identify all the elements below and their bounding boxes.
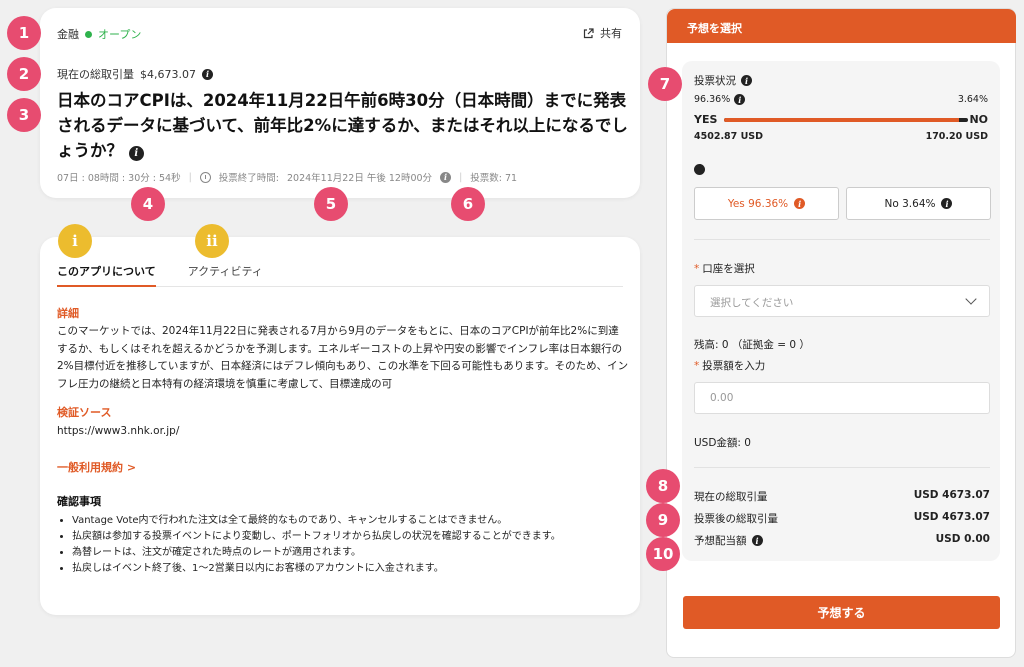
- list-item: Vantage Vote内で行われた注文は全て最終的なものであり、キャンセルする…: [72, 513, 622, 528]
- after-volume-value: USD 4673.07: [913, 511, 990, 523]
- amount-input[interactable]: [694, 382, 990, 414]
- no-percent: 3.64%: [957, 94, 988, 105]
- prediction-panel: 予想を選択 投票状況 i 96.36% i 3.64% YES NO 4502.…: [666, 8, 1016, 658]
- tab-about[interactable]: このアプリについて: [57, 255, 156, 287]
- callout-marker-10: 10: [646, 537, 680, 571]
- title-info-icon[interactable]: i: [128, 146, 144, 161]
- list-item: 為替レートは、注文が確定された時点のレートが適用されます。: [72, 545, 622, 560]
- open-status-dot-icon: [85, 30, 92, 38]
- source-url-link[interactable]: https://www3.nhk.or.jp/: [57, 423, 629, 441]
- yes-percent: 96.36%: [694, 94, 731, 105]
- end-time-info-icon[interactable]: i: [440, 171, 452, 183]
- vote-count: 投票数: 71: [470, 173, 518, 184]
- balance-text: 残高: 0 （証拠金 = 0 ）: [694, 339, 810, 351]
- vote-status-info-icon[interactable]: i: [741, 75, 752, 86]
- market-title: 日本のコアCPIは、2024年11月22日午前6時30分（日本時間）までに発表さ…: [57, 88, 629, 163]
- payout-label-group: 予想配当額 i: [694, 533, 763, 548]
- callout-marker-5: 5: [314, 187, 348, 221]
- outcome-info-icon[interactable]: i: [694, 164, 705, 175]
- after-volume-label: 投票後の総取引量: [694, 513, 778, 525]
- account-label: * 口座を選択: [694, 263, 755, 275]
- callout-marker-2: 2: [7, 57, 41, 91]
- yes-label: YES: [694, 113, 718, 126]
- callout-marker-i: i: [58, 224, 92, 258]
- panel-header: 予想を選択: [667, 9, 1016, 43]
- yes-outcome-info-icon[interactable]: i: [794, 198, 806, 209]
- divider: [694, 239, 990, 240]
- payout-value: USD 0.00: [935, 533, 990, 545]
- confirm-list: Vantage Vote内で行われた注文は全て最終的なものであり、キャンセルする…: [72, 513, 622, 577]
- details-card: このアプリについて アクティビティ 詳細 このマーケットでは、2024年11月2…: [40, 237, 640, 615]
- list-item: 払戻額は参加する投票イベントにより変動し、ポートフォリオから払戻しの状況を確認す…: [72, 529, 622, 544]
- list-item: 払戻しはイベント終了後、1～2営業日以内にお客様のアカウントに入金されます。: [72, 561, 622, 576]
- no-usd: 170.20 USD: [925, 131, 988, 142]
- source-heading: 検証ソース: [57, 406, 112, 419]
- countdown-timer: 07日 : 08時間 : 30分 : 54秒: [57, 173, 181, 184]
- account-label-text: 口座を選択: [702, 263, 755, 275]
- no-label: NO: [969, 113, 988, 126]
- meta-separator: |: [459, 171, 463, 183]
- total-volume-value: $4,673.07: [140, 67, 196, 81]
- share-label: 共有: [600, 27, 622, 40]
- terms-link[interactable]: 一般利用規約 >: [57, 459, 136, 475]
- end-time-value: 2024年11月22日 午後 12時00分: [286, 173, 433, 184]
- share-icon: [583, 27, 594, 38]
- payout-info-icon[interactable]: i: [751, 535, 763, 546]
- summary-row-payout: 予想配当額 i USD 0.00: [694, 533, 990, 548]
- meta-separator: |: [188, 171, 192, 183]
- yes-outcome-label: Yes 96.36%: [727, 197, 789, 210]
- callout-marker-9: 9: [646, 503, 680, 537]
- yes-usd: 4502.87 USD: [694, 131, 764, 142]
- usd-amount: USD金額: 0: [694, 437, 751, 449]
- callout-marker-7: 7: [648, 67, 682, 101]
- panel-body: 投票状況 i 96.36% i 3.64% YES NO 4502.87 USD…: [682, 61, 1000, 561]
- details-heading: 詳細: [57, 307, 79, 320]
- vote-ratio-bar-fill: [724, 118, 960, 122]
- status-label: オープン: [98, 28, 142, 41]
- current-volume-value: USD 4673.07: [913, 489, 990, 501]
- payout-label: 予想配当額: [694, 535, 747, 547]
- no-outcome-label: No 3.64%: [884, 197, 936, 210]
- clock-icon: [199, 171, 211, 183]
- callout-marker-6: 6: [451, 187, 485, 221]
- volume-info-icon[interactable]: i: [201, 68, 213, 80]
- amount-label: * 投票額を入力: [694, 360, 766, 372]
- tab-bar: このアプリについて アクティビティ: [57, 255, 623, 287]
- market-card: 金融 オープン 共有 現在の総取引量 $4,673.07 i 日本のコアCPIは…: [40, 8, 640, 198]
- total-volume-label: 現在の総取引量: [57, 68, 134, 81]
- vote-ratio-bar: [724, 118, 968, 122]
- callout-marker-1: 1: [7, 16, 41, 50]
- yes-outcome-button[interactable]: Yes 96.36% i: [694, 187, 839, 220]
- divider: [694, 467, 990, 468]
- callout-marker-8: 8: [646, 469, 680, 503]
- chevron-down-icon: [965, 293, 977, 305]
- end-time-label: 投票終了時間:: [218, 173, 279, 184]
- confirm-heading: 確認事項: [57, 495, 101, 508]
- callout-marker-ii: ii: [195, 224, 229, 258]
- account-select-value: 選択してください: [710, 297, 794, 309]
- category-label: 金融: [57, 28, 79, 41]
- no-outcome-info-icon[interactable]: i: [941, 198, 953, 209]
- callout-marker-4: 4: [131, 187, 165, 221]
- vote-status-label: 投票状況: [694, 75, 736, 87]
- total-volume-row: 現在の総取引量 $4,673.07 i: [57, 66, 213, 82]
- category-row: 金融 オープン: [57, 26, 141, 42]
- share-button[interactable]: 共有: [583, 25, 622, 41]
- predict-button[interactable]: 予想する: [683, 596, 1000, 629]
- current-volume-label: 現在の総取引量: [694, 491, 768, 503]
- details-body: このマーケットでは、2024年11月22日に発表される7月から9月のデータをもと…: [57, 325, 629, 390]
- callout-marker-3: 3: [7, 98, 41, 132]
- yes-percent-row: 96.36% i: [694, 94, 746, 105]
- summary-row-current: 現在の総取引量 USD 4673.07: [694, 489, 990, 504]
- tab-activity[interactable]: アクティビティ: [188, 255, 263, 287]
- vote-status-row: 投票状況 i: [694, 73, 752, 88]
- no-outcome-button[interactable]: No 3.64% i: [846, 187, 991, 220]
- summary-row-after: 投票後の総取引量 USD 4673.07: [694, 511, 990, 526]
- market-meta-row: 07日 : 08時間 : 30分 : 54秒 | 投票終了時間: 2024年11…: [57, 170, 517, 184]
- account-select[interactable]: 選択してください: [694, 285, 990, 317]
- amount-label-text: 投票額を入力: [702, 360, 766, 372]
- yes-percent-info-icon[interactable]: i: [734, 94, 746, 105]
